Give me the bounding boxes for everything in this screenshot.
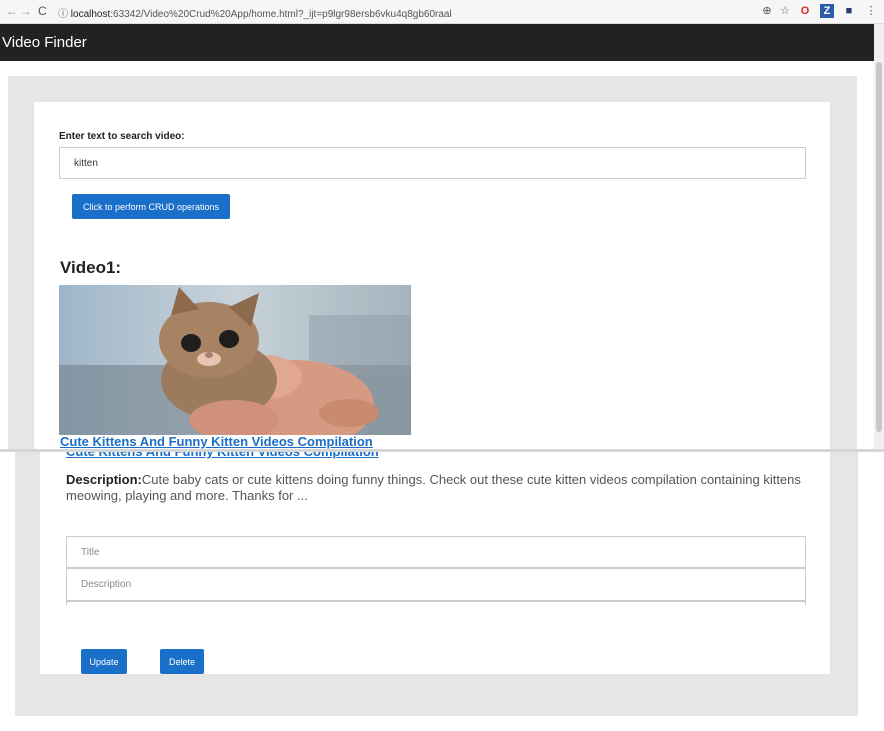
update-button[interactable]: Update: [81, 649, 127, 674]
description-input[interactable]: Description: [66, 568, 806, 601]
kitten-image: [59, 285, 411, 435]
extension-icon[interactable]: ■: [842, 4, 856, 18]
description-label: Description:: [66, 472, 142, 487]
video-thumbnail[interactable]: [59, 285, 411, 435]
back-icon[interactable]: ←: [6, 4, 18, 18]
description-text: Cute baby cats or cute kittens doing fun…: [66, 472, 801, 503]
address-bar[interactable]: ⓘ localhost:63342/Video%20Crud%20App/hom…: [58, 5, 452, 20]
top-view: Enter text to search video: kitten Click…: [0, 61, 874, 449]
zoom-icon[interactable]: ⊕: [760, 4, 774, 18]
delete-button[interactable]: Delete: [160, 649, 204, 674]
scrollbar-thumb[interactable]: [876, 62, 882, 432]
z-extension-icon[interactable]: Z: [820, 4, 834, 18]
extra-input[interactable]: [66, 601, 806, 605]
top-navbar: Video Finder: [0, 24, 874, 61]
bottom-view: Cute Kittens And Funny Kitten Videos Com…: [0, 452, 884, 731]
browser-toolbar: ← → C ⓘ localhost:63342/Video%20Crud%20A…: [0, 0, 884, 24]
video-link[interactable]: Cute Kittens And Funny Kitten Videos Com…: [60, 434, 373, 449]
bookmark-star-icon[interactable]: ☆: [778, 4, 792, 18]
forward-icon[interactable]: →: [20, 4, 32, 18]
video-heading: Video1:: [60, 258, 122, 277]
title-input[interactable]: Title: [66, 536, 806, 568]
app-title[interactable]: Video Finder: [2, 34, 87, 51]
search-label: Enter text to search video:: [59, 131, 185, 142]
opera-extension-icon[interactable]: O: [798, 4, 812, 18]
reload-icon[interactable]: C: [38, 4, 47, 18]
crud-button[interactable]: Click to perform CRUD operations: [72, 194, 230, 219]
search-input[interactable]: kitten: [59, 147, 806, 179]
video-description: Description:Cute baby cats or cute kitte…: [66, 472, 806, 504]
info-icon: ⓘ: [58, 9, 71, 20]
video-link-repeat[interactable]: Cute Kittens And Funny Kitten Videos Com…: [66, 452, 379, 459]
menu-icon[interactable]: ⋮: [864, 4, 878, 18]
